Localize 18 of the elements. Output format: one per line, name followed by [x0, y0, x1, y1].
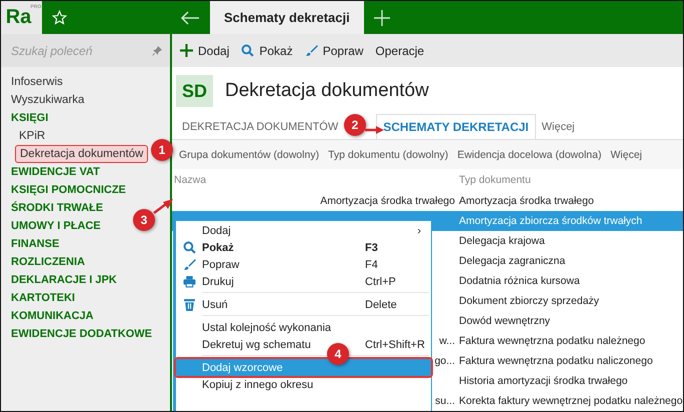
- table-cell-text: w...: [438, 335, 456, 347]
- submenu-arrow: ›: [417, 224, 422, 236]
- callout-number: 2: [344, 114, 366, 136]
- module-badge: SD: [176, 75, 213, 107]
- page-title: Dekretacja dokumentów: [225, 80, 429, 102]
- shortcut-text: F4: [365, 258, 378, 270]
- table-cell-text: Faktura wewnętrzna podatku naliczonego: [458, 355, 654, 367]
- shortcut-text: Ctrl+P: [365, 276, 396, 288]
- table-cell-text: Amortyzacja środka trwałego: [458, 195, 595, 207]
- table-cell-text: Amortyzacja środka trwałego: [319, 195, 456, 207]
- table-cell-text: go...: [434, 355, 456, 367]
- table-cell-text: Amortyzacja zbiorcza środków trwałych: [458, 215, 644, 227]
- shortcut-text: F3: [365, 242, 378, 254]
- shortcut-text: Delete: [365, 298, 397, 310]
- table-cell-text: Korekta faktury wewnętrznej podatku należnego: [458, 395, 683, 407]
- table-cell-text: Faktura wewnętrzna podatku należnego: [458, 335, 646, 347]
- shortcut-text: Ctrl+Shift+R: [365, 338, 425, 350]
- table-cell-text: su...: [434, 395, 456, 407]
